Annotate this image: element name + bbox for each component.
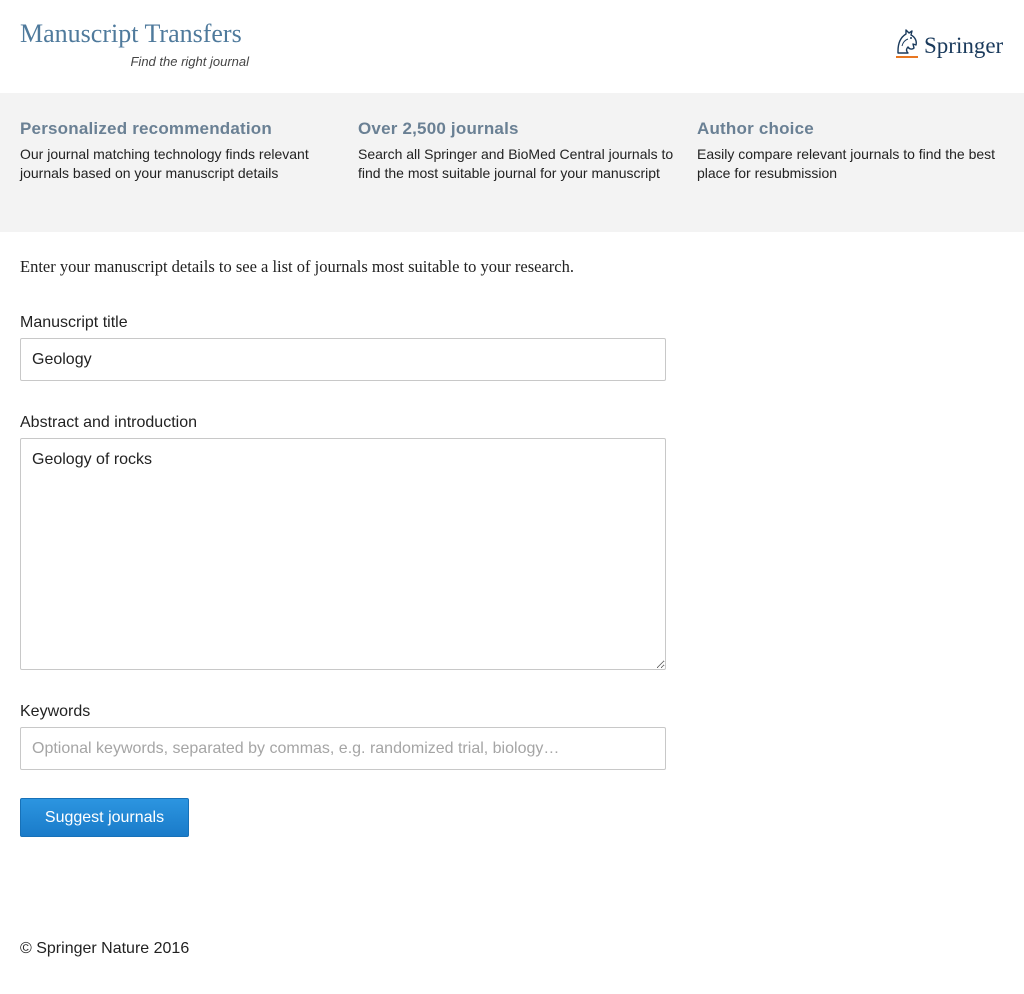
suggest-journals-button[interactable]: Suggest journals <box>20 798 189 837</box>
feature-text: Our journal matching technology finds re… <box>20 146 309 181</box>
feature-title: Over 2,500 journals <box>358 119 519 138</box>
springer-logo[interactable]: Springer <box>894 28 1003 62</box>
feature-title: Author choice <box>697 119 814 138</box>
feature-text: Search all Springer and BioMed Central j… <box>358 146 674 181</box>
abstract-textarea[interactable]: Geology of rocks <box>20 438 666 670</box>
feature-text: Easily compare relevant journals to find… <box>697 146 996 181</box>
manuscript-title-label: Manuscript title <box>20 314 128 331</box>
abstract-label: Abstract and introduction <box>20 414 197 431</box>
intro-text: Enter your manuscript details to see a l… <box>20 257 574 276</box>
manuscript-title-input[interactable] <box>20 338 666 381</box>
feature-author-choice: Author choice Easily compare relevant jo… <box>697 118 1012 183</box>
logo-wordmark: Springer <box>924 33 1004 58</box>
site-header: Manuscript Transfers Find the right jour… <box>0 0 1024 93</box>
feature-journals: Over 2,500 journals Search all Springer … <box>358 118 674 183</box>
springer-horse-icon <box>896 29 918 58</box>
site-title[interactable]: Manuscript Transfers <box>20 18 242 50</box>
footer-copyright: © Springer Nature 2016 <box>20 940 190 957</box>
keywords-input[interactable] <box>20 727 666 770</box>
feature-title: Personalized recommendation <box>20 119 272 138</box>
keywords-label: Keywords <box>20 703 91 720</box>
site-tagline: Find the right journal <box>130 54 249 69</box>
features-band: Personalized recommendation Our journal … <box>0 93 1024 232</box>
feature-personalized: Personalized recommendation Our journal … <box>20 118 340 183</box>
